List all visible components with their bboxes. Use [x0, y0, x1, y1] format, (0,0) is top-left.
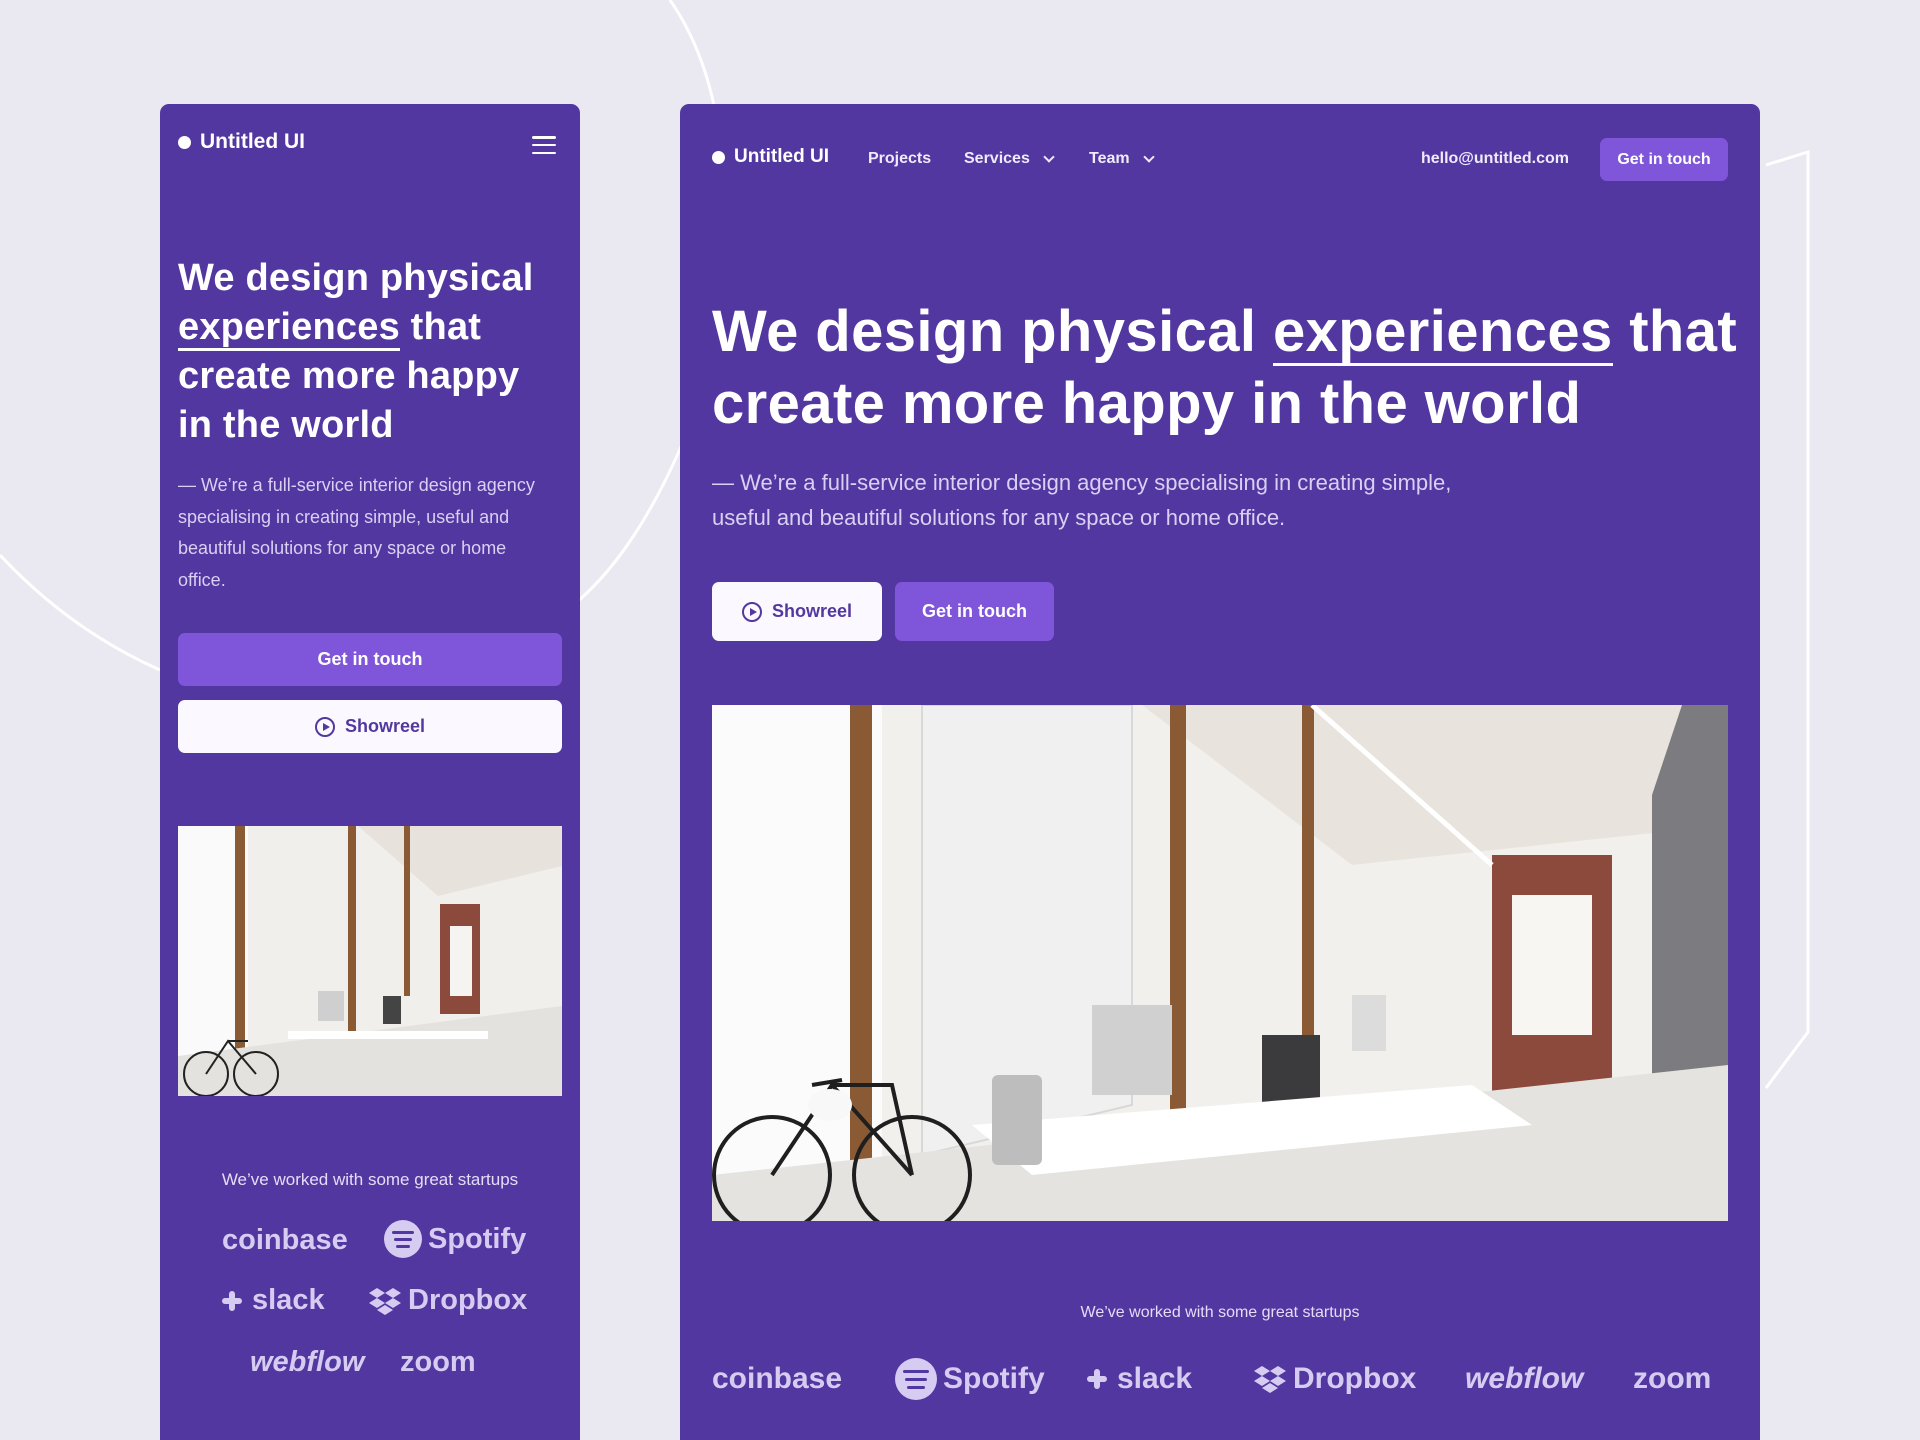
brand-logo[interactable]: Untitled UI — [712, 146, 829, 168]
hero-title-highlight: experiences — [178, 307, 400, 351]
brand-label: Spotify — [428, 1222, 527, 1255]
brand-label: Spotify — [943, 1362, 1045, 1395]
menu-icon[interactable] — [532, 136, 556, 154]
spotify-logo-icon — [384, 1220, 422, 1258]
office-photo — [712, 705, 1728, 1221]
hero-title-highlight: experiences — [1272, 299, 1613, 366]
coinbase-logo: coinbase — [222, 1224, 348, 1257]
play-circle-icon — [314, 716, 335, 737]
brand-name: Untitled UI — [200, 130, 305, 153]
coinbase-logo: coinbase — [712, 1362, 842, 1396]
header-get-in-touch-button[interactable]: Get in touch — [1600, 138, 1728, 181]
desktop-preview: Untitled UI Projects Services Team hello… — [680, 104, 1760, 1440]
brand-label: Dropbox — [408, 1284, 528, 1316]
mobile-preview: Untitled UI We design physical experienc… — [160, 104, 580, 1440]
slack-logo-icon — [218, 1287, 246, 1315]
nav-label: Team — [1089, 150, 1130, 167]
brand-label: slack — [252, 1284, 325, 1316]
button-label: Showreel — [771, 601, 853, 621]
hero-title-part: create more happy in the world — [712, 371, 1582, 436]
nav-label: Services — [964, 150, 1030, 167]
spotify-logo: Spotify — [384, 1220, 526, 1258]
brand-label: zoom — [400, 1346, 476, 1378]
webflow-logo: webflow — [1465, 1362, 1583, 1396]
zoom-logo: zoom — [400, 1346, 476, 1379]
office-photo — [178, 826, 562, 1096]
hero-title: We design physical experiences that crea… — [712, 296, 1742, 440]
hero-title: We design physical experiences that crea… — [178, 254, 563, 450]
button-label: Get in touch — [1617, 150, 1711, 168]
dropbox-logo-icon — [1254, 1366, 1286, 1393]
slack-logo: slack — [218, 1284, 325, 1317]
logo-dot-icon — [178, 135, 191, 149]
get-in-touch-button[interactable]: Get in touch — [178, 633, 562, 686]
spotify-logo: Spotify — [895, 1358, 1045, 1400]
hero-title-part: We design physical — [178, 257, 534, 299]
brand-label: coinbase — [222, 1224, 348, 1256]
zoom-logo: zoom — [1633, 1362, 1711, 1396]
brand-label: slack — [1117, 1362, 1193, 1395]
button-label: Get in touch — [922, 601, 1027, 621]
logos-tagline: We’ve worked with some great startups — [221, 1170, 519, 1189]
brand-label: webflow — [250, 1346, 365, 1378]
chevron-down-icon — [1142, 150, 1155, 163]
play-circle-icon — [741, 601, 762, 622]
hero-subtitle: — We’re a full-service interior design a… — [712, 470, 1452, 530]
hero-subtitle: — We’re a full-service interior design a… — [178, 475, 535, 590]
slack-logo: slack — [1083, 1362, 1192, 1396]
brand-label: zoom — [1633, 1362, 1712, 1395]
brand-label: Dropbox — [1293, 1362, 1417, 1395]
brand-label: coinbase — [712, 1362, 843, 1395]
showreel-button[interactable]: Showreel — [178, 700, 562, 753]
chevron-down-icon — [1043, 150, 1055, 163]
button-label: Showreel — [344, 716, 426, 736]
brand-logo[interactable]: Untitled UI — [178, 130, 305, 154]
dropbox-logo-icon — [369, 1287, 401, 1315]
nav-team[interactable]: Team — [1089, 150, 1155, 168]
nav-services[interactable]: Services — [964, 150, 1055, 168]
logo-dot-icon — [712, 150, 725, 164]
dropbox-logo: Dropbox — [1253, 1362, 1416, 1396]
webflow-logo: webflow — [250, 1346, 364, 1379]
spotify-logo-icon — [895, 1358, 937, 1400]
brand-label: webflow — [1465, 1362, 1584, 1395]
get-in-touch-button[interactable]: Get in touch — [895, 582, 1054, 641]
hero-title-part: We design physical — [712, 299, 1257, 364]
email-link[interactable]: hello@untitled.com — [1421, 150, 1569, 168]
nav-projects[interactable]: Projects — [868, 150, 931, 168]
slack-logo-icon — [1083, 1365, 1111, 1393]
dropbox-logo: Dropbox — [368, 1284, 527, 1317]
showreel-button[interactable]: Showreel — [712, 582, 882, 641]
logos-tagline: We’ve worked with some great startups — [1080, 1304, 1360, 1321]
button-label: Get in touch — [317, 649, 423, 669]
nav-label: Projects — [868, 150, 932, 167]
hero-title-part: that — [1629, 299, 1738, 364]
brand-name: Untitled UI — [734, 146, 829, 167]
